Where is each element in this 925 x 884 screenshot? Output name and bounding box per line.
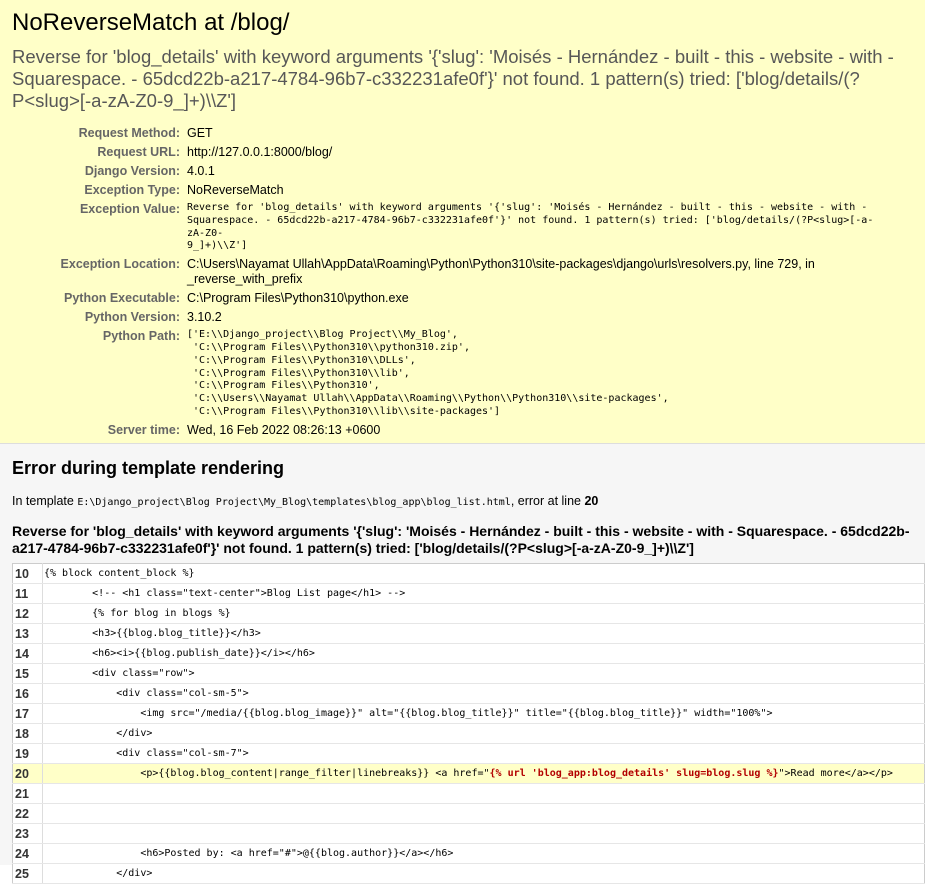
meta-row: Django Version: 4.0.1: [12, 162, 887, 181]
code-after-error: ">Read more</a></p>: [778, 768, 893, 779]
meta-value: C:\Users\Nayamat Ullah\AppData\Roaming\P…: [187, 257, 815, 287]
source-line: 12 {% for blog in blogs %}: [12, 603, 925, 624]
line-number: 23: [12, 823, 43, 844]
meta-value: 4.0.1: [187, 164, 215, 178]
meta-label: Request URL:: [97, 145, 180, 159]
line-code: <div class="col-sm-5">: [42, 683, 925, 704]
meta-label: Python Version:: [84, 310, 180, 325]
source-line: 14 <h6><i>{{blog.publish_date}}</i></h6>: [12, 643, 925, 664]
template-path: E:\Django_project\Blog Project\My_Blog\t…: [77, 497, 511, 508]
error-line-number: 20: [584, 494, 599, 508]
meta-label: Python Path:: [102, 329, 180, 344]
line-code: <h3>{{blog.blog_title}}</h3>: [42, 623, 925, 644]
python-path-value: ['E:\\Django_project\\Blog Project\\My_B…: [187, 329, 669, 417]
line-number: 14: [12, 643, 43, 664]
line-number: 21: [12, 783, 43, 804]
line-number: 10: [12, 563, 43, 584]
line-number: 13: [12, 623, 43, 644]
line-code: <h6>Posted by: <a href="#">@{{blog.autho…: [42, 843, 925, 864]
page-title: NoReverseMatch at /blog/: [12, 9, 290, 36]
meta-value: GET: [187, 126, 213, 140]
meta-label: Django Version:: [84, 164, 180, 178]
source-line: 13 <h3>{{blog.blog_title}}</h3>: [12, 623, 925, 644]
meta-row: Python Path: ['E:\\Django_project\\Blog …: [12, 327, 887, 421]
template-source-table: 10 {% block content_block %} 11 <!-- <h1 …: [12, 563, 925, 884]
source-line: 15 <div class="row">: [12, 663, 925, 684]
meta-label: Exception Value:: [79, 202, 180, 216]
template-error-heading: Error during template rendering: [12, 458, 285, 478]
meta-value: 3.10.2: [187, 310, 222, 325]
request-meta-table: Request Method: GET Request URL: http://…: [12, 124, 887, 440]
template-error-message: Reverse for 'blog_details' with keyword …: [12, 523, 910, 556]
source-line: 19 <div class="col-sm-7">: [12, 743, 925, 764]
line-code: [42, 803, 925, 824]
source-line: 24 <h6>Posted by: <a href="#">@{{blog.au…: [12, 843, 925, 864]
error-at-text: , error at line: [510, 494, 585, 508]
line-code: </div>: [42, 863, 925, 884]
line-code: <div class="row">: [42, 663, 925, 684]
line-code: <img src="/media/{{blog.blog_image}}" al…: [42, 703, 925, 724]
meta-value: http://127.0.0.1:8000/blog/: [187, 145, 333, 159]
line-code: {% for blog in blogs %}: [42, 603, 925, 624]
meta-row: Exception Value: Reverse for 'blog_detai…: [12, 200, 887, 255]
template-error-section: Error during template rendering In templ…: [0, 444, 925, 884]
meta-label: Exception Type:: [84, 183, 180, 197]
line-number: 11: [12, 583, 43, 604]
line-code: <div class="col-sm-7">: [42, 743, 925, 764]
line-code: <h6><i>{{blog.publish_date}}</i></h6>: [42, 643, 925, 664]
line-number: 22: [12, 803, 43, 824]
meta-label: Server time:: [107, 422, 180, 437]
line-number: 20: [12, 763, 43, 784]
source-line: 18 </div>: [12, 723, 925, 744]
exception-value: Reverse for 'blog_details' with keyword …: [187, 202, 874, 252]
in-template-prefix: In template: [12, 494, 78, 508]
line-code: </div>: [42, 723, 925, 744]
source-line: 21: [12, 783, 925, 804]
line-code: <p>{{blog.blog_content|range_filter|line…: [42, 763, 925, 784]
code-before-error: <p>{{blog.blog_content|range_filter|line…: [44, 768, 490, 779]
source-line: 23: [12, 823, 925, 844]
error-code-span: {% url 'blog_app:blog_details' slug=blog…: [489, 768, 779, 779]
source-line: 16 <div class="col-sm-5">: [12, 683, 925, 704]
exception-message: Reverse for 'blog_details' with keyword …: [12, 46, 894, 111]
meta-label: Request Method:: [78, 126, 180, 140]
meta-row: Request URL: http://127.0.0.1:8000/blog/: [12, 143, 887, 162]
meta-value: C:\Program Files\Python310\python.exe: [187, 291, 409, 306]
meta-row: Exception Type: NoReverseMatch: [12, 181, 887, 200]
summary-section: NoReverseMatch at /blog/ Reverse for 'bl…: [0, 0, 925, 444]
line-number: 12: [12, 603, 43, 624]
meta-value: NoReverseMatch: [187, 183, 284, 197]
line-code: {% block content_block %}: [42, 563, 925, 584]
line-code: [42, 783, 925, 804]
line-code: [42, 823, 925, 844]
meta-row: Python Version: 3.10.2: [12, 308, 887, 327]
source-line: 25 </div>: [12, 863, 925, 884]
template-location: In template E:\Django_project\Blog Proje…: [12, 493, 913, 511]
meta-value: Wed, 16 Feb 2022 08:26:13 +0600: [187, 422, 381, 437]
line-number: 18: [12, 723, 43, 744]
line-number: 24: [12, 843, 43, 864]
line-number: 17: [12, 703, 43, 724]
line-code: <!-- <h1 class="text-center">Blog List p…: [42, 583, 925, 604]
source-line: 22: [12, 803, 925, 824]
line-number: 15: [12, 663, 43, 684]
source-line: 17 <img src="/media/{{blog.blog_image}}"…: [12, 703, 925, 724]
source-line-error: 20 <p>{{blog.blog_content|range_filter|l…: [12, 763, 925, 784]
meta-row: Request Method: GET: [12, 124, 887, 143]
source-line: 11 <!-- <h1 class="text-center">Blog Lis…: [12, 583, 925, 604]
meta-label: Python Executable:: [64, 291, 180, 306]
line-number: 19: [12, 743, 43, 764]
meta-row: Exception Location: C:\Users\Nayamat Ull…: [12, 255, 887, 289]
meta-label: Exception Location:: [60, 257, 180, 272]
line-number: 25: [12, 863, 43, 884]
line-number: 16: [12, 683, 43, 704]
meta-row: Python Executable: C:\Program Files\Pyth…: [12, 289, 887, 308]
meta-row: Server time: Wed, 16 Feb 2022 08:26:13 +…: [12, 421, 887, 440]
source-line: 10 {% block content_block %}: [12, 563, 925, 584]
